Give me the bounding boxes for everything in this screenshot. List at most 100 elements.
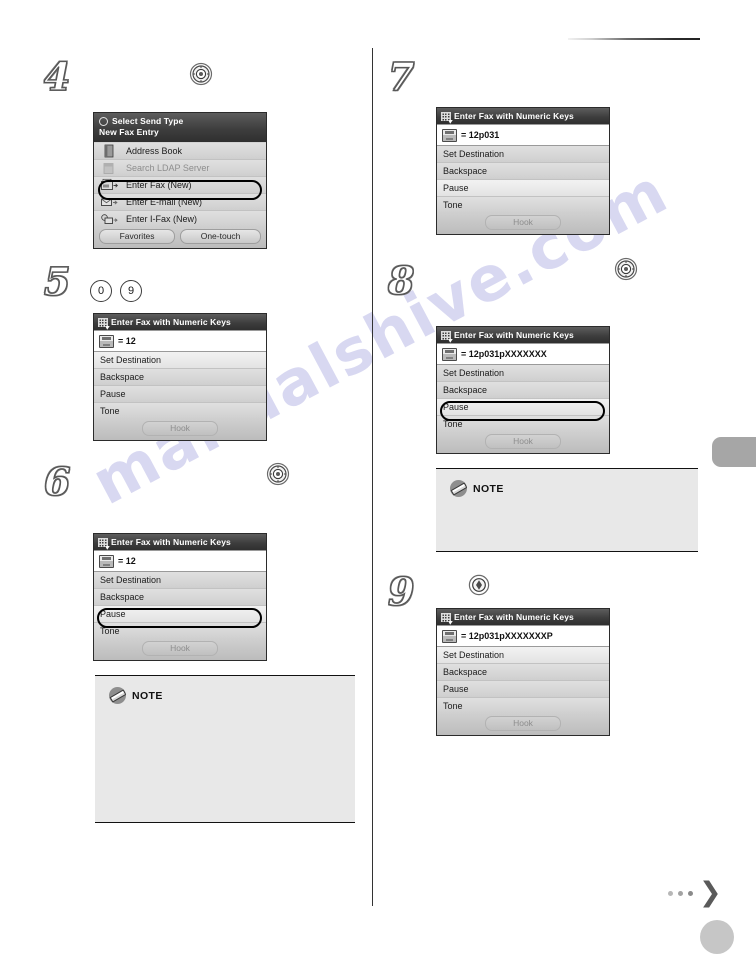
lcd-row-pause[interactable]: Pause <box>437 180 609 197</box>
lcd-title-label: Enter Fax with Numeric Keys <box>454 330 574 340</box>
arrow-dot-2 <box>678 890 683 896</box>
fax-number-value: = 12 <box>118 556 136 566</box>
lcd-row-label: Tone <box>443 701 463 711</box>
numeric-keys-icon <box>441 111 451 121</box>
lcd-footer: Hook <box>437 714 609 735</box>
lcd-row-set-destination[interactable]: Set Destination <box>437 146 609 163</box>
ifax-icon <box>101 213 118 226</box>
lcd-footer: Hook <box>94 419 266 440</box>
lcd-row-enter-ifax-new[interactable]: Enter I-Fax (New) <box>94 211 266 227</box>
fax-machine-icon <box>99 554 114 568</box>
numeric-keys-icon <box>441 612 451 622</box>
hook-button[interactable]: Hook <box>485 215 561 230</box>
lcd-row-label: Pause <box>100 389 126 399</box>
fax-number-field[interactable]: = 12 <box>94 550 266 572</box>
lcd-row-label: Backspace <box>443 385 488 395</box>
fax-number-field[interactable]: = 12p031pXXXXXXX <box>437 343 609 365</box>
lcd-title-bar: Enter Fax with Numeric Keys <box>437 108 609 124</box>
fax-number-field[interactable]: = 12 <box>94 330 266 352</box>
lcd-row-set-destination[interactable]: Set Destination <box>94 572 266 589</box>
lcd-row-backspace[interactable]: Backspace <box>437 163 609 180</box>
lcd-screen-enter-fax-8: Enter Fax with Numeric Keys = 12p031pXXX… <box>436 326 610 454</box>
lcd-row-label: Pause <box>443 183 469 193</box>
lcd-screen-enter-fax-9: Enter Fax with Numeric Keys = 12p031pXXX… <box>436 608 610 736</box>
fax-number-value: = 12p031pXXXXXXXP <box>461 631 553 641</box>
lcd-row-enter-email-new[interactable]: Enter E-mail (New) <box>94 194 266 211</box>
lcd-row-set-destination[interactable]: Set Destination <box>437 365 609 382</box>
one-touch-button[interactable]: One-touch <box>180 229 262 244</box>
lcd-row-enter-fax-new[interactable]: Enter Fax (New) <box>94 177 266 194</box>
lcd-row-backspace[interactable]: Backspace <box>437 664 609 681</box>
lcd-row-pause[interactable]: Pause <box>437 681 609 698</box>
lcd-row-pause[interactable]: Pause <box>437 399 609 416</box>
page-number-circle <box>700 920 734 954</box>
lcd-row-label: Enter E-mail (New) <box>126 197 203 207</box>
lcd-row-label: Set Destination <box>100 575 162 585</box>
arrow-dot-3 <box>688 890 693 896</box>
lcd-row-tone[interactable]: Tone <box>437 698 609 714</box>
lcd-title-bar: Enter Fax with Numeric Keys <box>94 314 266 330</box>
lcd-footer: Hook <box>437 432 609 453</box>
lcd-row-label: Pause <box>100 609 126 619</box>
lcd-row-address-book[interactable]: Address Book <box>94 143 266 160</box>
email-icon <box>101 196 118 209</box>
manual-page: manualshive.com ❯ 4 Select Send Type New… <box>0 0 756 972</box>
numeric-key-0-icon: 0 <box>90 280 112 302</box>
chapter-tab <box>712 437 756 467</box>
fax-machine-icon <box>442 629 457 643</box>
lcd-row-set-destination[interactable]: Set Destination <box>94 352 266 369</box>
lcd-screen-select-send-type: Select Send Type New Fax Entry Address B… <box>93 112 267 249</box>
lcd-row-label: Backspace <box>100 372 145 382</box>
hook-button[interactable]: Hook <box>485 434 561 449</box>
lcd-row-backspace[interactable]: Backspace <box>94 369 266 386</box>
fax-number-field[interactable]: = 12p031pXXXXXXXP <box>437 625 609 647</box>
lcd-row-pause[interactable]: Pause <box>94 606 266 623</box>
hook-button[interactable]: Hook <box>485 716 561 731</box>
lcd-row-backspace[interactable]: Backspace <box>437 382 609 399</box>
step-number: 8 <box>387 258 415 303</box>
lcd-row-tone[interactable]: Tone <box>437 416 609 432</box>
note-header: NOTE <box>95 676 355 704</box>
lcd-row-backspace[interactable]: Backspace <box>94 589 266 606</box>
circle-icon <box>99 117 108 126</box>
lcd-row-label: Tone <box>443 419 463 429</box>
lcd-list: Set Destination Backspace Pause Tone <box>94 572 266 639</box>
lcd-list: Address Book Search LDAP Server Enter Fa… <box>94 142 266 227</box>
address-book-icon <box>101 144 118 158</box>
step-number: 4 <box>43 54 71 99</box>
lcd-row-label: Tone <box>100 406 120 416</box>
pencil-icon <box>450 480 467 497</box>
favorites-button[interactable]: Favorites <box>99 229 176 244</box>
note-box-right: NOTE <box>436 468 698 552</box>
pencil-icon <box>109 687 126 704</box>
lcd-row-search-ldap-server[interactable]: Search LDAP Server <box>94 160 266 177</box>
hook-button[interactable]: Hook <box>142 421 218 436</box>
lcd-row-pause[interactable]: Pause <box>94 386 266 403</box>
header-rule <box>568 38 700 40</box>
fax-number-field[interactable]: = 12p031 <box>437 124 609 146</box>
lcd-row-label: Backspace <box>443 667 488 677</box>
lcd-row-label: Pause <box>443 684 469 694</box>
lcd-row-label: Search LDAP Server <box>126 163 210 173</box>
fax-number-value: = 12p031 <box>461 130 500 140</box>
hook-button[interactable]: Hook <box>142 641 218 656</box>
lcd-footer: Hook <box>94 639 266 660</box>
lcd-screen-enter-fax-5: Enter Fax with Numeric Keys = 12 Set Des… <box>93 313 267 441</box>
lcd-title-line2: New Fax Entry <box>99 127 159 137</box>
numeric-keys-icon <box>98 537 108 547</box>
note-label: NOTE <box>473 482 504 495</box>
lcd-row-label: Tone <box>100 626 120 636</box>
step-number: 6 <box>43 459 71 504</box>
lcd-row-set-destination[interactable]: Set Destination <box>437 647 609 664</box>
ok-key-icon <box>189 62 213 86</box>
lcd-row-tone[interactable]: Tone <box>94 623 266 639</box>
lcd-row-label: Tone <box>443 200 463 210</box>
lcd-title-bar: Select Send Type New Fax Entry <box>94 113 266 142</box>
lcd-screen-enter-fax-6: Enter Fax with Numeric Keys = 12 Set Des… <box>93 533 267 661</box>
lcd-row-tone[interactable]: Tone <box>437 197 609 213</box>
chevron-right-icon: ❯ <box>699 877 722 908</box>
lcd-title-bar: Enter Fax with Numeric Keys <box>437 609 609 625</box>
note-header: NOTE <box>436 469 698 497</box>
lcd-row-tone[interactable]: Tone <box>94 403 266 419</box>
fax-machine-icon <box>442 347 457 361</box>
